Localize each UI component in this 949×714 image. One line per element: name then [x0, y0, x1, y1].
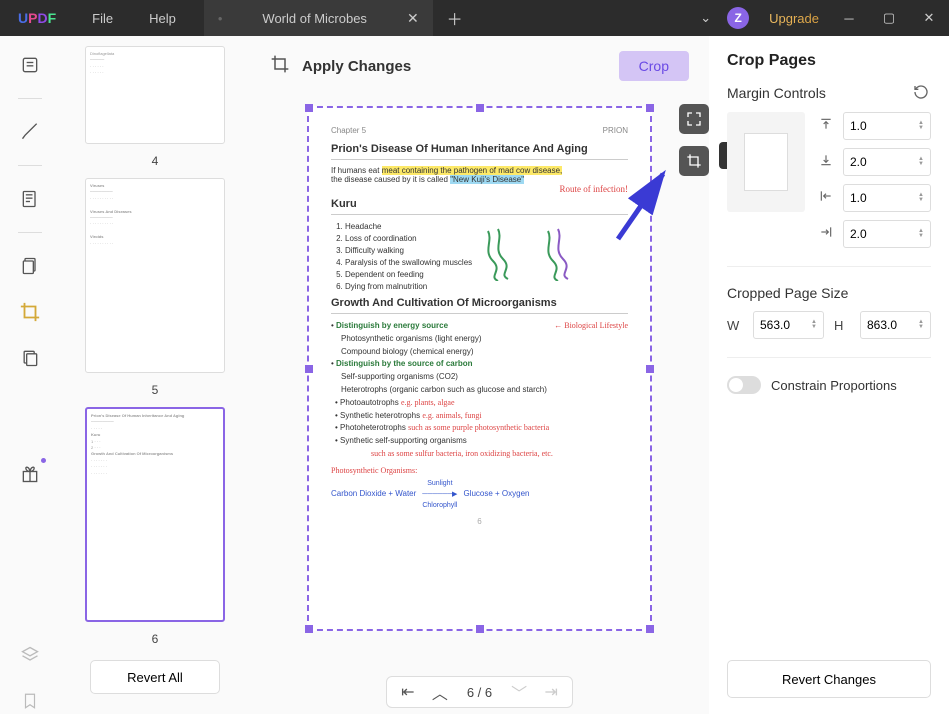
margin-bottom-icon [817, 153, 835, 172]
edit-tool-icon[interactable] [17, 186, 43, 212]
toolbar-title: Apply Changes [302, 58, 411, 75]
menu-file[interactable]: File [74, 11, 131, 26]
titlebar: UPDF File Help • World of Microbes ✕ ＋ ⌄… [0, 0, 949, 36]
gift-icon[interactable] [17, 461, 43, 487]
canvas-area: Chapter 5PRION Prion's Disease Of Human … [250, 96, 709, 664]
crop-button[interactable]: Crop [619, 51, 689, 81]
new-tab-button[interactable]: ＋ [433, 6, 477, 30]
redact-tool-icon[interactable] [17, 345, 43, 371]
crop-handle-bl[interactable] [305, 625, 313, 633]
first-page-icon[interactable]: ⇤ [397, 681, 419, 703]
comment-tool-icon[interactable] [17, 119, 43, 145]
margin-bottom-input[interactable]: ▲▼ [843, 148, 931, 176]
width-label: W [727, 318, 743, 333]
page-preview[interactable]: Chapter 5PRION Prion's Disease Of Human … [307, 106, 652, 631]
crop-handle-br[interactable] [646, 625, 654, 633]
organize-tool-icon[interactable] [17, 253, 43, 279]
margin-top-input[interactable]: ▲▼ [843, 112, 931, 140]
page-content: Chapter 5PRION Prion's Disease Of Human … [317, 116, 642, 621]
revert-all-button[interactable]: Revert All [90, 660, 220, 694]
margin-right-input[interactable]: ▲▼ [843, 220, 931, 248]
crop-handle-bm[interactable] [476, 625, 484, 633]
cropped-size-label: Cropped Page Size [727, 285, 848, 301]
prev-page-icon[interactable]: ︿ [429, 681, 451, 703]
avatar[interactable]: Z [727, 7, 749, 29]
crop-handle-tm[interactable] [476, 104, 484, 112]
page-nav: ⇤ ︿ 6 / 6 ﹀ ⇥ [250, 664, 709, 714]
document-tab[interactable]: • World of Microbes ✕ [204, 0, 433, 36]
margin-controls-label: Margin Controls [727, 85, 826, 101]
side-tools: Options [679, 104, 709, 176]
center-area: Apply Changes Crop Chapter 5PRION Prion'… [250, 36, 709, 714]
crop-handle-tr[interactable] [646, 104, 654, 112]
crop-handle-tl[interactable] [305, 104, 313, 112]
thumbnail-label: 6 [152, 632, 159, 646]
margin-top-icon [817, 117, 835, 136]
page-indicator[interactable]: 6 / 6 [461, 685, 498, 700]
crop-tool-icon[interactable] [17, 299, 43, 325]
tab-close-icon[interactable]: ✕ [407, 10, 419, 27]
options-icon[interactable] [679, 146, 709, 176]
crop-handle-lm[interactable] [305, 365, 313, 373]
tab-title: World of Microbes [262, 11, 367, 26]
left-rail [0, 36, 60, 714]
thumbnail-panel: Dinoflagellata─────· · · · · ·· · · · · … [60, 36, 250, 714]
height-input[interactable]: ▲▼ [860, 311, 931, 339]
upgrade-button[interactable]: Upgrade [759, 11, 829, 26]
reader-tool-icon[interactable] [17, 52, 43, 78]
thumbnail-label: 5 [152, 383, 159, 397]
margin-left-input[interactable]: ▲▼ [843, 184, 931, 212]
tabs-dropdown-icon[interactable]: ⌄ [684, 10, 727, 26]
minimize-button[interactable]: ─ [829, 0, 869, 36]
margin-left-icon [817, 189, 835, 208]
thumbnail-page-5[interactable]: Viruses────────· · · · · · · · · ·Viruse… [85, 178, 225, 373]
center-toolbar: Apply Changes Crop [250, 36, 709, 96]
protein-diagram [478, 221, 598, 281]
crop-handle-rm[interactable] [646, 365, 654, 373]
maximize-button[interactable]: ▢ [869, 0, 909, 36]
revert-changes-button[interactable]: Revert Changes [727, 660, 931, 698]
layers-icon[interactable] [17, 642, 43, 668]
crop-action-icon [270, 54, 290, 79]
thumbnail-page-6[interactable]: Prion's Disease Of Human Inheritance And… [85, 407, 225, 622]
last-page-icon[interactable]: ⇥ [540, 681, 562, 703]
constrain-label: Constrain Proportions [771, 378, 897, 393]
close-button[interactable]: ✕ [909, 0, 949, 36]
reset-margins-icon[interactable] [913, 84, 931, 102]
menu-help[interactable]: Help [131, 11, 194, 26]
fit-icon[interactable] [679, 104, 709, 134]
panel-title: Crop Pages [727, 52, 931, 70]
margin-right-icon [817, 225, 835, 244]
height-label: H [834, 318, 850, 333]
bookmark-icon[interactable] [17, 688, 43, 714]
thumbnail-page-4[interactable]: Dinoflagellata─────· · · · · ·· · · · · … [85, 46, 225, 144]
margin-preview [727, 112, 805, 212]
right-panel: Crop Pages Margin Controls ▲▼ ▲▼ [709, 36, 949, 714]
logo: UPDF [0, 10, 74, 26]
next-page-icon[interactable]: ﹀ [508, 681, 530, 703]
thumbnail-label: 4 [152, 154, 159, 168]
constrain-toggle[interactable] [727, 376, 761, 394]
width-input[interactable]: ▲▼ [753, 311, 824, 339]
